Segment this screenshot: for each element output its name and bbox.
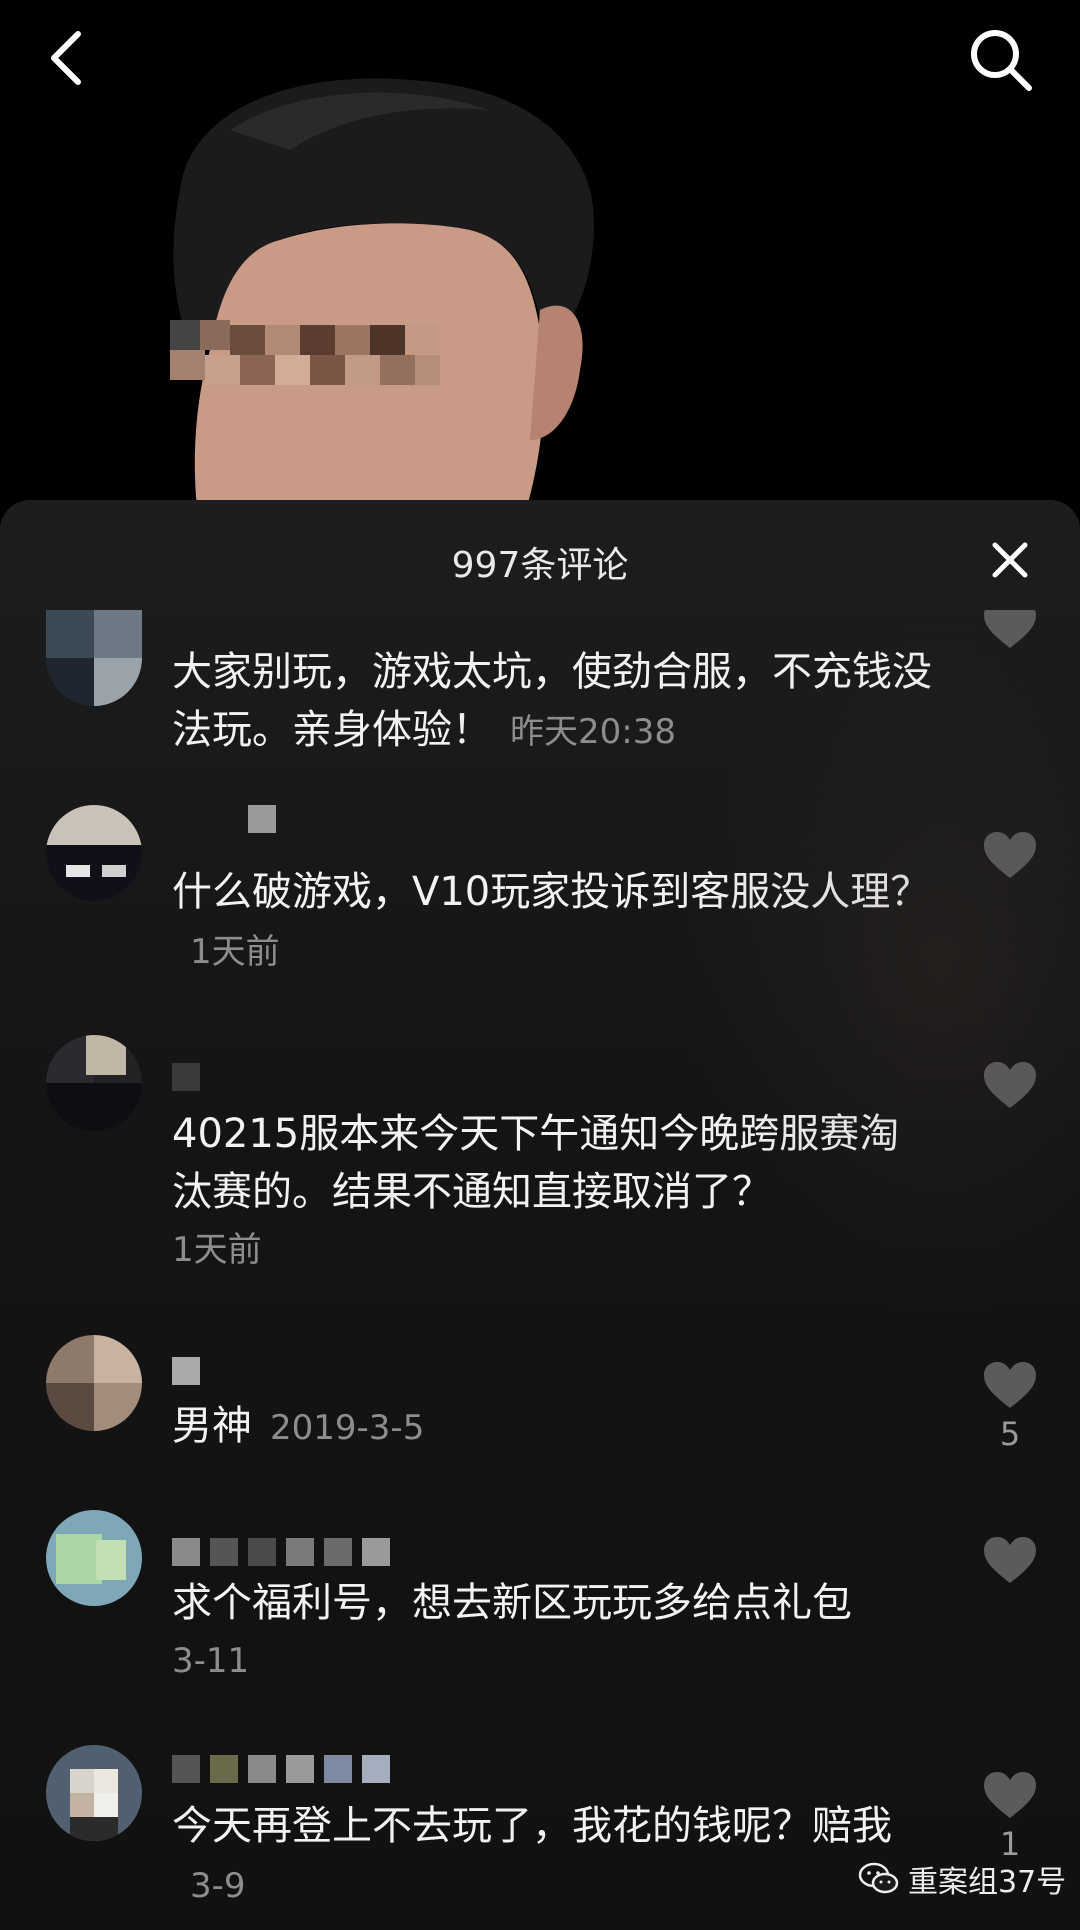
heart-icon[interactable]: [982, 1060, 1038, 1110]
username-mosaic[interactable]: [172, 1538, 400, 1570]
avatar[interactable]: [46, 1510, 142, 1606]
comment-time: 1天前: [172, 1230, 262, 1270]
close-icon[interactable]: [985, 535, 1035, 585]
comment-text: 什么破游戏，V10玩家投诉到客服没人理？ 1天前: [172, 863, 932, 981]
avatar[interactable]: [46, 610, 142, 706]
avatar[interactable]: [46, 1035, 142, 1131]
comments-sheet: 997条评论 大家别玩，游戏太坑，使劲合服，不充钱没法玩。亲身体验！ 昨天20:3…: [0, 500, 1080, 1930]
username-mosaic[interactable]: [172, 805, 286, 837]
back-icon[interactable]: [38, 28, 98, 88]
avatar[interactable]: [46, 1745, 142, 1841]
blurred-person-image: [170, 78, 594, 520]
username-mosaic[interactable]: [172, 1063, 210, 1095]
comment-text: 今天再登上不去玩了，我花的钱呢？赔我 3-9: [172, 1797, 932, 1915]
comment-time: 3-9: [190, 1866, 246, 1906]
comment-text: 男神 2019-3-5: [172, 1397, 932, 1457]
video-background: [0, 0, 1080, 520]
comment-time: 2019-3-5: [270, 1408, 425, 1448]
heart-icon[interactable]: [982, 830, 1038, 880]
comment-time: 1天前: [190, 932, 280, 972]
comment-count-title: 997条评论: [451, 545, 629, 586]
heart-icon[interactable]: [982, 1360, 1038, 1410]
wechat-icon: [858, 1862, 899, 1894]
watermark-text: 重案组37号: [908, 1865, 1067, 1900]
search-icon[interactable]: [965, 24, 1035, 94]
avatar[interactable]: [46, 1335, 142, 1431]
comment-text: 40215服本来今天下午通知今晚跨服赛淘汰赛的。结果不通知直接取消了？ 1天前: [172, 1105, 932, 1279]
heart-icon[interactable]: [982, 1770, 1038, 1820]
heart-icon[interactable]: [982, 1535, 1038, 1585]
comment-body: 什么破游戏，V10玩家投诉到客服没人理？: [172, 869, 931, 915]
comment-body: 40215服本来今天下午通知今晚跨服赛淘汰赛的。结果不通知直接取消了？: [172, 1111, 900, 1215]
watermark: 重案组37号: [858, 1856, 1066, 1902]
comments-header: 997条评论: [0, 500, 1080, 620]
comment-text: 大家别玩，游戏太坑，使劲合服，不充钱没法玩。亲身体验！ 昨天20:38: [172, 643, 932, 761]
comment-time: 3-11: [172, 1641, 250, 1681]
comment-body: 今天再登上不去玩了，我花的钱呢？赔我: [172, 1803, 892, 1849]
like-count: 5: [999, 1415, 1021, 1453]
username-mosaic[interactable]: [172, 1755, 400, 1787]
comment-time: 昨天20:38: [510, 712, 676, 752]
username-mosaic[interactable]: [172, 1357, 210, 1389]
heart-icon[interactable]: [982, 610, 1038, 650]
avatar[interactable]: [46, 805, 142, 901]
comment-body: 求个福利号，想去新区玩玩多给点礼包: [172, 1580, 852, 1626]
comment-body: 男神: [172, 1403, 252, 1449]
comment-list[interactable]: 大家别玩，游戏太坑，使劲合服，不充钱没法玩。亲身体验！ 昨天20:38 什么破游戏…: [0, 610, 1080, 1930]
comment-text: 求个福利号，想去新区玩玩多给点礼包 3-11: [172, 1574, 932, 1690]
